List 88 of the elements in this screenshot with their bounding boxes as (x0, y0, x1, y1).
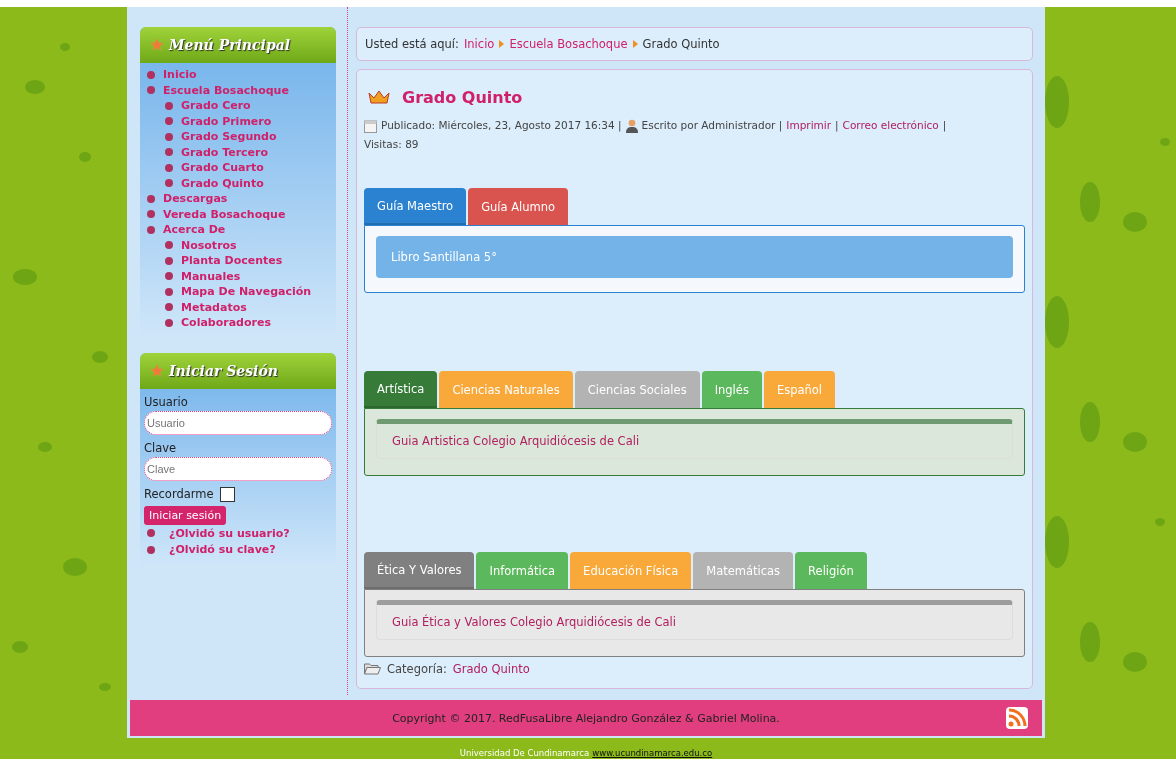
copyright-text: Copyright © 2017. RedFusaLibre Alejandro González & Gabriel Molina. (392, 711, 780, 725)
category-link[interactable]: Grado Quinto (452, 662, 530, 676)
forgot-link[interactable]: ¿Olvidó su usuario? (169, 526, 290, 540)
submenu-link[interactable]: Grado Primero (181, 114, 272, 128)
menu-link[interactable]: Vereda Bosachoque (163, 207, 286, 221)
university-link[interactable]: www.ucundinamarca.edu.co (592, 748, 713, 758)
crown-icon (368, 90, 390, 104)
bullet-icon (165, 148, 173, 157)
submenu-link[interactable]: Grado Segundo (181, 130, 277, 144)
field-label: Clave (144, 440, 178, 455)
bullet-icon (165, 179, 173, 188)
bullet-icon (165, 241, 173, 250)
publish-date: Publicado: Miércoles, 23, Agosto 2017 16:34 | (381, 118, 622, 134)
tab[interactable]: Español (763, 371, 835, 408)
tab[interactable]: Ciencias Sociales (574, 371, 700, 408)
separator: | (942, 118, 947, 134)
bullet-icon (147, 70, 155, 79)
menu-link[interactable]: Descargas (163, 192, 228, 206)
star-icon (150, 363, 164, 378)
rss-icon[interactable] (1006, 707, 1028, 729)
module-title: Iniciar Sesión (169, 362, 278, 379)
bullet-icon (147, 225, 155, 234)
submenu-link[interactable]: Grado Cuarto (181, 161, 264, 175)
email-link[interactable]: Correo electrónico (842, 116, 939, 135)
university-text: Universidad De Cundinamarca (459, 748, 590, 758)
submenu-link[interactable]: Colaboradores (181, 316, 271, 330)
document-link[interactable]: Guia Ética y Valores Colegio Arquidiócesis de Cali (392, 615, 676, 629)
bullet-icon (165, 163, 173, 172)
document-link[interactable]: Guia Artistica Colegio Arquidiócesis de Cali (392, 434, 640, 448)
submenu-link[interactable]: Grado Tercero (181, 145, 269, 159)
caret-icon (499, 40, 505, 48)
breadcrumb-link[interactable]: Inicio (463, 37, 495, 51)
menu-link[interactable]: Escuela Bosachoque (163, 83, 289, 97)
author-text: Escrito por Administrador | (641, 118, 783, 134)
visits-count: Visitas: 89 (364, 137, 419, 152)
folder-icon (364, 663, 381, 675)
tab[interactable]: Informática (476, 552, 569, 589)
tab[interactable]: Inglés (701, 371, 762, 408)
submenu-link[interactable]: Metadatos (181, 300, 247, 314)
field-label: Usuario (144, 394, 189, 409)
breadcrumb-link[interactable]: Escuela Bosachoque (509, 37, 628, 51)
submenu-link[interactable]: Mapa De Navegación (181, 285, 312, 299)
caret-icon (632, 40, 638, 48)
breadcrumb-label: Usted está aquí: (365, 37, 459, 51)
calendar-icon (364, 118, 377, 133)
bullet-icon (147, 210, 155, 219)
bullet-icon (147, 86, 155, 95)
username-field[interactable]: Usuario (144, 410, 332, 435)
tab[interactable]: Matemáticas (693, 552, 794, 589)
bullet-icon (165, 272, 173, 281)
submenu-link[interactable]: Nosotros (181, 238, 237, 252)
submenu-link[interactable]: Planta Docentes (181, 254, 283, 268)
password-field[interactable]: Clave (144, 456, 332, 481)
bullet-icon (165, 132, 173, 141)
login-button[interactable]: Iniciar sesión (144, 505, 227, 525)
tab[interactable]: Artística (364, 371, 438, 408)
checkbox-label: Recordarme (144, 487, 214, 501)
bullet-icon (165, 303, 173, 312)
module-title: Menú Principal (169, 37, 291, 53)
remember-checkbox[interactable] (219, 486, 235, 502)
bullet-icon (165, 117, 173, 126)
user-icon (625, 118, 638, 133)
menu-link[interactable]: Acerca De (163, 223, 226, 237)
category-label: Categoría: (387, 662, 447, 676)
breadcrumb-current: Grado Quinto (642, 37, 720, 51)
bullet-icon (147, 529, 155, 538)
tab[interactable]: Ética Y Valores (364, 552, 475, 589)
separator: | (835, 118, 839, 134)
submenu-link[interactable]: Grado Cero (181, 99, 251, 113)
submenu-link[interactable]: Grado Quinto (181, 176, 264, 190)
tab[interactable]: Religión (795, 552, 867, 589)
star-icon (150, 38, 164, 52)
bullet-icon (165, 318, 173, 327)
document-block[interactable]: Libro Santillana 5° (376, 236, 1013, 278)
print-link[interactable]: Imprimir (786, 116, 831, 135)
bullet-icon (165, 256, 173, 265)
article-title: Grado Quinto (402, 87, 523, 107)
bullet-icon (147, 545, 155, 554)
submenu-link[interactable]: Manuales (181, 269, 241, 283)
tab[interactable]: Educación Física (570, 552, 692, 589)
bullet-icon (165, 101, 173, 110)
menu-link[interactable]: Inicio (163, 68, 197, 82)
tab[interactable]: Guía Maestro (364, 188, 467, 225)
tab[interactable]: Ciencias Naturales (439, 371, 573, 408)
tab[interactable]: Guía Alumno (468, 188, 569, 225)
bullet-icon (165, 287, 173, 296)
forgot-link[interactable]: ¿Olvidó su clave? (169, 543, 276, 557)
bullet-icon (147, 194, 155, 203)
